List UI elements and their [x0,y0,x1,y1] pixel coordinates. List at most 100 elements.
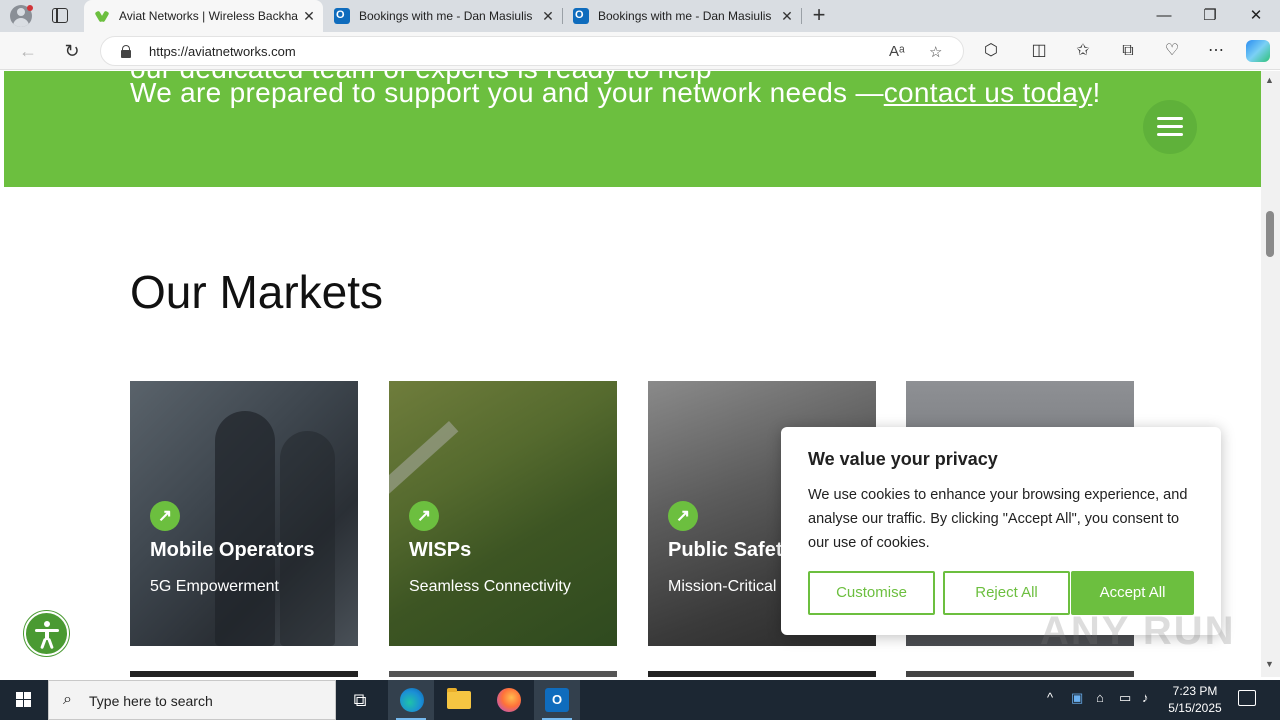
collections-icon[interactable]: ⧉ [1117,40,1139,62]
close-tab-icon[interactable]: ✕ [538,8,558,25]
network-icon[interactable]: ▭ [1119,690,1131,706]
taskbar-search-box[interactable]: ⌕ Type here to search [48,680,336,720]
accessibility-icon[interactable] [24,611,69,656]
close-tab-icon[interactable]: ✕ [777,8,797,25]
tray-device-icon[interactable]: ⌂ [1096,690,1104,705]
more-menu-icon[interactable]: ⋯ [1205,40,1227,62]
market-card-wisps[interactable]: ↗ WISPs Seamless Connectivity [389,381,617,646]
tab-title: Bookings with me - Dan Masiulis [359,9,533,23]
scroll-thumb[interactable] [1266,211,1274,257]
taskbar-outlook[interactable]: O [534,680,580,720]
start-tile [24,700,31,707]
start-tile [16,692,23,699]
lock-icon[interactable] [121,45,131,58]
card-photo-person [215,411,275,646]
page-scrollbar[interactable]: ▲ ▼ [1261,71,1280,677]
tab-aviat-networks[interactable]: Aviat Networks | Wireless Backha ✕ [84,0,323,32]
arrow-up-right-icon[interactable]: ↗ [150,501,180,531]
tab-title: Aviat Networks | Wireless Backha [119,9,298,23]
banner-text-main: We are prepared to support you and your … [130,77,884,108]
extensions-icon[interactable]: ⬡ [980,40,1002,62]
next-row-card-edge [130,671,358,677]
scroll-up-arrow-icon[interactable]: ▲ [1265,75,1274,85]
close-tab-icon[interactable]: ✕ [299,8,319,25]
outlook-icon [573,8,589,24]
next-row-card-edge [906,671,1134,677]
address-toolbar: ← ↻ https://aviatnetworks.com A͏ᵃ ☆ ⬡ ◫ … [0,32,1280,70]
next-row-card-edge [389,671,617,677]
windows-start-icon[interactable] [16,692,32,708]
tab-actions-icon[interactable] [52,8,68,23]
taskbar-clock[interactable]: 7:23 PM 5/15/2025 [1160,683,1230,717]
tray-chevron-up-icon[interactable]: ^ [1047,690,1053,705]
clock-date: 5/15/2025 [1168,701,1222,715]
minimize-icon[interactable]: — [1154,6,1174,26]
edge-icon [400,688,424,712]
firefox-icon [497,688,521,712]
refresh-icon[interactable]: ↻ [62,41,82,61]
new-tab-plus-icon[interactable]: + [809,4,829,28]
banner-text-suffix: ! [1092,77,1101,108]
tab-bookings-2[interactable]: Bookings with me - Dan Masiulis ✕ [563,0,801,32]
start-tile [24,692,31,699]
taskbar-edge[interactable] [388,680,434,720]
card-photo-road [389,421,459,646]
back-arrow-icon[interactable]: ← [18,41,38,61]
favorites-icon[interactable]: ✩ [1072,40,1094,62]
address-bar[interactable]: https://aviatnetworks.com A͏ᵃ ☆ [100,36,964,66]
outlook-icon [334,8,350,24]
browser-tab-strip: Aviat Networks | Wireless Backha ✕ Booki… [0,0,1280,32]
card-subtitle: Seamless Connectivity [409,578,571,595]
outlook-icon: O [545,688,569,712]
customise-button[interactable]: Customise [808,571,935,615]
menu-line [1157,133,1183,136]
windows-taskbar: ⌕ Type here to search ⧉ O ^ ▣ ⌂ ▭ ♪ 7:23… [0,680,1280,720]
split-screen-icon[interactable]: ◫ [1028,40,1050,62]
close-window-icon[interactable]: ✕ [1246,6,1266,26]
menu-line [1157,117,1183,120]
cookie-consent-dialog: We value your privacy We use cookies to … [781,427,1221,635]
cookie-description: We use cookies to enhance your browsing … [808,487,1188,551]
accessibility-figure [44,621,50,627]
hamburger-menu-button[interactable] [1143,100,1197,154]
restore-icon[interactable]: ❐ [1200,6,1220,26]
arrow-up-right-icon[interactable]: ↗ [668,501,698,531]
next-row-card-edge [648,671,876,677]
notifications-icon[interactable] [1238,690,1256,706]
tab-separator [801,8,802,24]
contact-us-link[interactable]: contact us today [884,77,1093,108]
search-placeholder: Type here to search [89,693,213,709]
scroll-down-arrow-icon[interactable]: ▼ [1265,659,1274,669]
banner-text: We are prepared to support you and your … [130,77,1101,109]
taskbar-file-explorer[interactable] [436,680,482,720]
profile-notification-dot [27,5,33,11]
markets-heading: Our Markets [130,266,384,318]
card-subtitle: 5G Empowerment [150,578,279,595]
tab-bookings-1[interactable]: Bookings with me - Dan Masiulis ✕ [324,0,562,32]
tab-title: Bookings with me - Dan Masiulis [598,9,772,23]
copilot-icon[interactable] [1246,40,1270,62]
read-aloud-icon[interactable]: A͏ᵃ [889,43,905,60]
url-text[interactable]: https://aviatnetworks.com [149,44,296,59]
volume-icon[interactable]: ♪ [1142,690,1149,705]
taskbar-firefox[interactable] [485,680,531,720]
tray-outlook-icon[interactable]: ▣ [1071,690,1083,706]
card-title: Mobile Operators [150,539,315,561]
accessibility-figure [40,637,47,650]
start-tile [16,700,23,707]
file-explorer-icon [447,688,471,709]
arrow-up-right-icon[interactable]: ↗ [409,501,439,531]
task-view-icon[interactable]: ⧉ [337,680,383,720]
accessibility-figure [47,637,54,650]
market-card-mobile-operators[interactable]: ↗ Mobile Operators 5G Empowerment [130,381,358,646]
browser-essentials-icon[interactable]: ♡ [1161,40,1183,62]
clock-time: 7:23 PM [1172,684,1218,698]
menu-line [1157,125,1183,128]
aviat-logo-icon [94,8,110,24]
card-title: Public Safety [668,539,794,561]
search-icon: ⌕ [63,691,72,708]
favorite-star-icon[interactable]: ☆ [929,43,942,61]
cookie-title: We value your privacy [808,449,998,469]
anyrun-watermark: ANY RUN [1040,609,1236,653]
page-viewport: our dedicated team of experts is ready t… [0,71,1261,677]
